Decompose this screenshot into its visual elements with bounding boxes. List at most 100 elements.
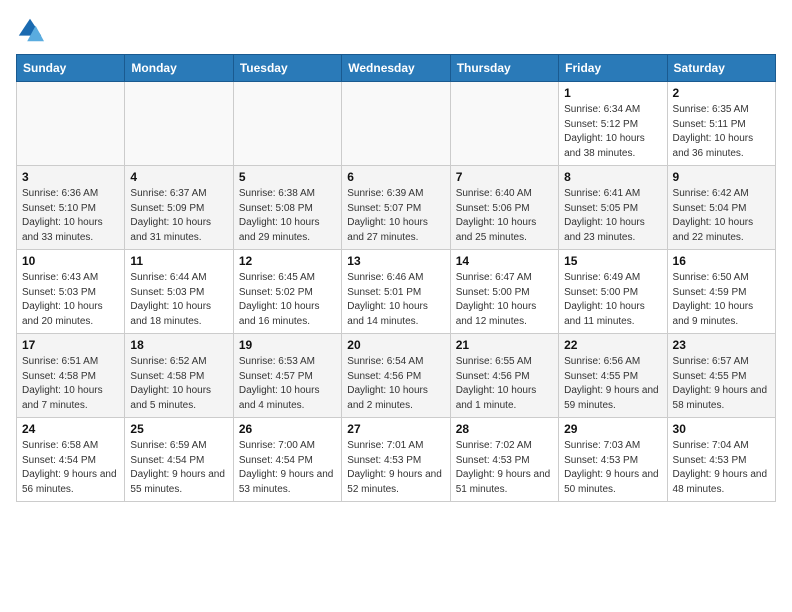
day-info: Sunrise: 6:42 AMSunset: 5:04 PMDaylight:…	[673, 187, 770, 245]
calendar-table: SundayMondayTuesdayWednesdayThursdayFrid…	[16, 54, 776, 502]
day-number: 22	[564, 338, 661, 352]
day-info: Sunrise: 7:00 AMSunset: 4:54 PMDaylight:…	[239, 439, 336, 497]
calendar-cell: 28 Sunrise: 7:02 AMSunset: 4:53 PMDayligh…	[450, 418, 558, 502]
day-info: Sunrise: 6:35 AMSunset: 5:11 PMDaylight:…	[673, 103, 770, 161]
day-number: 30	[673, 422, 770, 436]
day-number: 8	[564, 170, 661, 184]
day-info: Sunrise: 6:59 AMSunset: 4:54 PMDaylight:…	[130, 439, 227, 497]
day-number: 24	[22, 422, 119, 436]
calendar-cell	[450, 82, 558, 166]
calendar-cell: 16Sunrise: 6:50 AMSunset: 4:59 PMDayligh…	[667, 250, 775, 334]
day-number: 28	[456, 422, 553, 436]
week-row-4: 17Sunrise: 6:51 AMSunset: 4:58 PMDayligh…	[17, 334, 776, 418]
calendar-cell: 18 Sunrise: 6:52 AMSunset: 4:58 PMDayligh…	[125, 334, 233, 418]
calendar-cell: 9 Sunrise: 6:42 AMSunset: 5:04 PMDaylight…	[667, 166, 775, 250]
calendar-cell: 3Sunrise: 6:36 AMSunset: 5:10 PMDaylight…	[17, 166, 125, 250]
day-info: Sunrise: 6:52 AMSunset: 4:58 PMDaylight:…	[130, 355, 227, 413]
calendar-cell: 23Sunrise: 6:57 AMSunset: 4:55 PMDayligh…	[667, 334, 775, 418]
calendar-cell: 30 Sunrise: 7:04 AMSunset: 4:53 PMDayligh…	[667, 418, 775, 502]
calendar-cell: 13 Sunrise: 6:46 AMSunset: 5:01 PMDayligh…	[342, 250, 450, 334]
day-number: 18	[130, 338, 227, 352]
week-row-1: 1 Sunrise: 6:34 AMSunset: 5:12 PMDaylight…	[17, 82, 776, 166]
header-col-wednesday: Wednesday	[342, 55, 450, 82]
day-info: Sunrise: 7:04 AMSunset: 4:53 PMDaylight:…	[673, 439, 770, 497]
day-info: Sunrise: 6:37 AMSunset: 5:09 PMDaylight:…	[130, 187, 227, 245]
calendar-cell: 21 Sunrise: 6:55 AMSunset: 4:56 PMDayligh…	[450, 334, 558, 418]
calendar-cell	[17, 82, 125, 166]
calendar-cell: 10Sunrise: 6:43 AMSunset: 5:03 PMDayligh…	[17, 250, 125, 334]
calendar-cell: 11 Sunrise: 6:44 AMSunset: 5:03 PMDayligh…	[125, 250, 233, 334]
day-number: 1	[564, 86, 661, 100]
day-number: 11	[130, 254, 227, 268]
calendar-cell: 6Sunrise: 6:39 AMSunset: 5:07 PMDaylight…	[342, 166, 450, 250]
day-info: Sunrise: 6:53 AMSunset: 4:57 PMDaylight:…	[239, 355, 336, 413]
day-number: 14	[456, 254, 553, 268]
day-info: Sunrise: 6:55 AMSunset: 4:56 PMDaylight:…	[456, 355, 553, 413]
day-number: 17	[22, 338, 119, 352]
header-col-tuesday: Tuesday	[233, 55, 341, 82]
logo	[16, 16, 48, 44]
logo-icon	[16, 16, 44, 44]
day-number: 26	[239, 422, 336, 436]
calendar-cell: 15 Sunrise: 6:49 AMSunset: 5:00 PMDayligh…	[559, 250, 667, 334]
calendar-cell: 7 Sunrise: 6:40 AMSunset: 5:06 PMDaylight…	[450, 166, 558, 250]
week-row-3: 10Sunrise: 6:43 AMSunset: 5:03 PMDayligh…	[17, 250, 776, 334]
day-number: 3	[22, 170, 119, 184]
calendar-cell: 14 Sunrise: 6:47 AMSunset: 5:00 PMDayligh…	[450, 250, 558, 334]
calendar-cell: 4 Sunrise: 6:37 AMSunset: 5:09 PMDaylight…	[125, 166, 233, 250]
day-info: Sunrise: 7:01 AMSunset: 4:53 PMDaylight:…	[347, 439, 444, 497]
day-info: Sunrise: 7:02 AMSunset: 4:53 PMDaylight:…	[456, 439, 553, 497]
calendar-cell	[342, 82, 450, 166]
calendar-cell: 5Sunrise: 6:38 AMSunset: 5:08 PMDaylight…	[233, 166, 341, 250]
day-info: Sunrise: 6:56 AMSunset: 4:55 PMDaylight:…	[564, 355, 661, 413]
day-info: Sunrise: 6:34 AMSunset: 5:12 PMDaylight:…	[564, 103, 661, 161]
day-info: Sunrise: 6:54 AMSunset: 4:56 PMDaylight:…	[347, 355, 444, 413]
day-info: Sunrise: 6:47 AMSunset: 5:00 PMDaylight:…	[456, 271, 553, 329]
day-number: 27	[347, 422, 444, 436]
day-number: 20	[347, 338, 444, 352]
day-number: 13	[347, 254, 444, 268]
header-row: SundayMondayTuesdayWednesdayThursdayFrid…	[17, 55, 776, 82]
calendar-header: SundayMondayTuesdayWednesdayThursdayFrid…	[17, 55, 776, 82]
day-number: 25	[130, 422, 227, 436]
calendar-body: 1 Sunrise: 6:34 AMSunset: 5:12 PMDaylight…	[17, 82, 776, 502]
day-info: Sunrise: 6:45 AMSunset: 5:02 PMDaylight:…	[239, 271, 336, 329]
day-info: Sunrise: 6:39 AMSunset: 5:07 PMDaylight:…	[347, 187, 444, 245]
day-info: Sunrise: 6:46 AMSunset: 5:01 PMDaylight:…	[347, 271, 444, 329]
calendar-cell: 19 Sunrise: 6:53 AMSunset: 4:57 PMDayligh…	[233, 334, 341, 418]
day-info: Sunrise: 6:40 AMSunset: 5:06 PMDaylight:…	[456, 187, 553, 245]
calendar-cell	[125, 82, 233, 166]
calendar-cell: 1 Sunrise: 6:34 AMSunset: 5:12 PMDaylight…	[559, 82, 667, 166]
day-number: 29	[564, 422, 661, 436]
header-col-sunday: Sunday	[17, 55, 125, 82]
calendar-cell: 20 Sunrise: 6:54 AMSunset: 4:56 PMDayligh…	[342, 334, 450, 418]
calendar-cell: 2Sunrise: 6:35 AMSunset: 5:11 PMDaylight…	[667, 82, 775, 166]
day-number: 21	[456, 338, 553, 352]
day-info: Sunrise: 6:44 AMSunset: 5:03 PMDaylight:…	[130, 271, 227, 329]
day-number: 7	[456, 170, 553, 184]
day-number: 19	[239, 338, 336, 352]
day-info: Sunrise: 6:49 AMSunset: 5:00 PMDaylight:…	[564, 271, 661, 329]
day-number: 9	[673, 170, 770, 184]
week-row-5: 24 Sunrise: 6:58 AMSunset: 4:54 PMDayligh…	[17, 418, 776, 502]
day-number: 16	[673, 254, 770, 268]
calendar-cell: 26 Sunrise: 7:00 AMSunset: 4:54 PMDayligh…	[233, 418, 341, 502]
page-header	[16, 16, 776, 44]
day-number: 5	[239, 170, 336, 184]
day-number: 4	[130, 170, 227, 184]
calendar-cell: 8 Sunrise: 6:41 AMSunset: 5:05 PMDaylight…	[559, 166, 667, 250]
day-info: Sunrise: 6:58 AMSunset: 4:54 PMDaylight:…	[22, 439, 119, 497]
calendar-cell: 22 Sunrise: 6:56 AMSunset: 4:55 PMDayligh…	[559, 334, 667, 418]
calendar-cell: 17Sunrise: 6:51 AMSunset: 4:58 PMDayligh…	[17, 334, 125, 418]
day-number: 23	[673, 338, 770, 352]
header-col-friday: Friday	[559, 55, 667, 82]
header-col-monday: Monday	[125, 55, 233, 82]
day-number: 12	[239, 254, 336, 268]
day-number: 15	[564, 254, 661, 268]
day-info: Sunrise: 6:43 AMSunset: 5:03 PMDaylight:…	[22, 271, 119, 329]
day-info: Sunrise: 6:41 AMSunset: 5:05 PMDaylight:…	[564, 187, 661, 245]
calendar-cell: 29Sunrise: 7:03 AMSunset: 4:53 PMDayligh…	[559, 418, 667, 502]
calendar-cell: 24 Sunrise: 6:58 AMSunset: 4:54 PMDayligh…	[17, 418, 125, 502]
week-row-2: 3Sunrise: 6:36 AMSunset: 5:10 PMDaylight…	[17, 166, 776, 250]
header-col-thursday: Thursday	[450, 55, 558, 82]
